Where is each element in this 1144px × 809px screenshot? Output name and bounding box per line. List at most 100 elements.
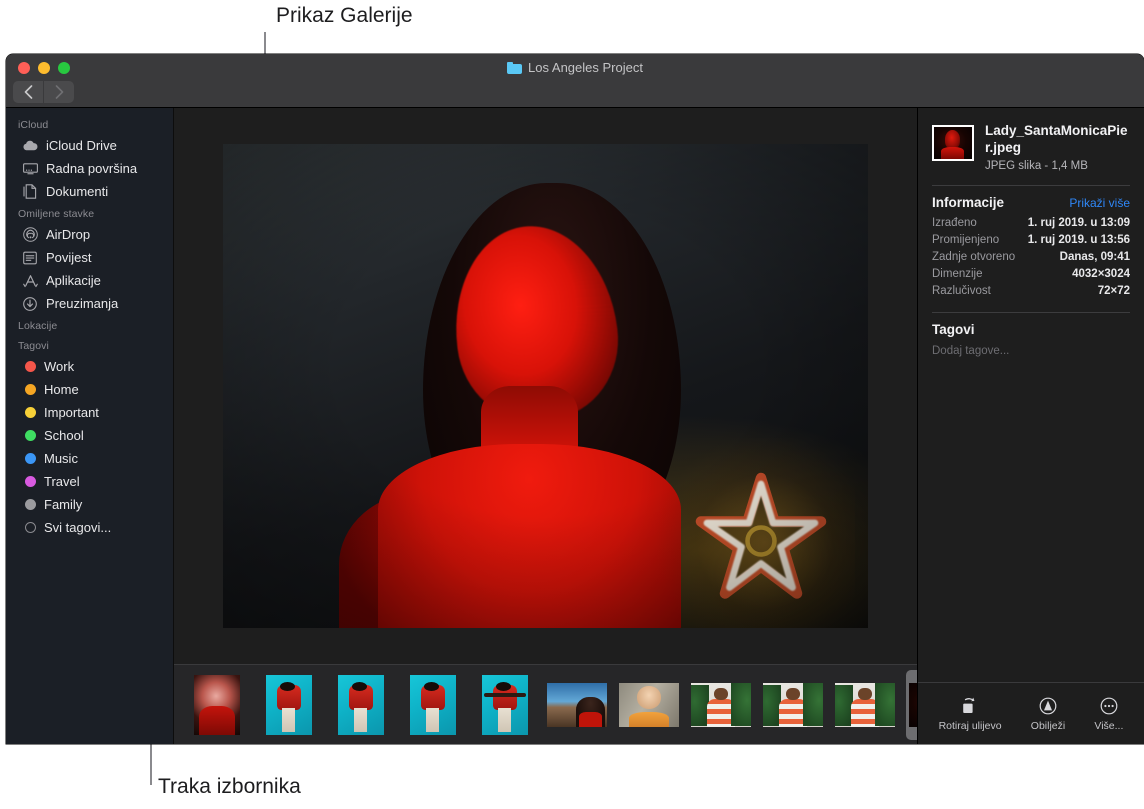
sidebar-item-label: Music [44, 451, 78, 466]
info-key: Izrađeno [932, 217, 977, 229]
sidebar-item-recents[interactable]: Povijest [6, 246, 173, 269]
thumb-man-plants-1[interactable] [690, 670, 752, 740]
info-section-title: Informacije [932, 195, 1004, 210]
info-value: 72×72 [1098, 285, 1130, 297]
info-key: Razlučivost [932, 285, 991, 297]
thumb-bokeh-portrait[interactable] [186, 670, 248, 740]
sidebar-item-label: Home [44, 382, 79, 397]
tag-dot-icon [25, 361, 36, 372]
sidebar-tag-important[interactable]: Important [6, 401, 173, 424]
sidebar-tag-travel[interactable]: Travel [6, 470, 173, 493]
table-row: Promijenjeno 1. ruj 2019. u 13:56 [918, 231, 1144, 248]
sidebar-tag-work[interactable]: Work [6, 355, 173, 378]
thumb-red-light-portrait[interactable] [906, 670, 917, 740]
sidebar-tag-family[interactable]: Family [6, 493, 173, 516]
thumb-pool-2[interactable] [330, 670, 392, 740]
screenshot-root: Prikaz Galerije Traka izbornika [0, 0, 1144, 809]
finder-window: Los Angeles Project ▾ [6, 54, 1144, 744]
sidebar-item-label: Radna površina [46, 161, 137, 176]
tag-dot-icon [25, 407, 36, 418]
sidebar-item-documents[interactable]: Dokumenti [6, 180, 173, 203]
rotate-left-action[interactable]: Rotiraj ulijevo [939, 695, 1002, 732]
info-filename: Lady_SantaMonicaPier.jpeg [985, 122, 1132, 156]
sidebar-item-label: Family [44, 497, 82, 512]
window-title: Los Angeles Project [528, 60, 643, 75]
thumb-pool-4[interactable] [474, 670, 536, 740]
sidebar-header-icloud: iCloud [6, 114, 173, 134]
markup-label: Obilježi [1031, 720, 1065, 732]
sidebar-tag-music[interactable]: Music [6, 447, 173, 470]
more-action[interactable]: Više... [1094, 695, 1123, 732]
table-row: Zadnje otvoreno Danas, 09:41 [918, 248, 1144, 265]
desktop-icon [22, 161, 38, 177]
sidebar-item-label: iCloud Drive [46, 138, 117, 153]
tag-dot-icon [25, 499, 36, 510]
tags-section-title: Tagovi [932, 322, 975, 337]
sidebar-header-tags: Tagovi [6, 335, 173, 355]
info-file-thumbnail [932, 125, 974, 161]
sidebar[interactable]: iCloud iCloud Drive Radna površina Dokum… [6, 108, 173, 744]
back-button[interactable] [13, 81, 43, 103]
thumb-pool-1[interactable] [258, 670, 320, 740]
info-value: 1. ruj 2019. u 13:09 [1028, 217, 1130, 229]
sidebar-tag-home[interactable]: Home [6, 378, 173, 401]
info-file-header: Lady_SantaMonicaPier.jpeg JPEG slika - 1… [918, 108, 1144, 172]
table-row: Izrađeno 1. ruj 2019. u 13:09 [918, 214, 1144, 231]
sidebar-item-label: Important [44, 405, 99, 420]
applications-icon [22, 273, 38, 289]
preview-container [174, 108, 917, 664]
filmstrip[interactable] [174, 664, 917, 744]
tag-dot-icon [25, 453, 36, 464]
show-more-link[interactable]: Prikaži više [1069, 196, 1130, 210]
sidebar-item-icloud-drive[interactable]: iCloud Drive [6, 134, 173, 157]
rotate-left-icon [960, 695, 980, 715]
tag-dot-icon [25, 430, 36, 441]
documents-icon [22, 184, 38, 200]
thumb-man-plants-3[interactable] [834, 670, 896, 740]
thumb-woman-orange[interactable] [618, 670, 680, 740]
sidebar-item-desktop[interactable]: Radna površina [6, 157, 173, 180]
thumb-man-plants-2[interactable] [762, 670, 824, 740]
sidebar-item-label: Svi tagovi... [44, 520, 111, 535]
sidebar-item-downloads[interactable]: Preuzimanja [6, 292, 173, 315]
tag-dot-icon [25, 476, 36, 487]
sidebar-item-label: Aplikacije [46, 273, 101, 288]
tags-section-header: Tagovi [918, 313, 1144, 341]
sidebar-item-airdrop[interactable]: AirDrop [6, 223, 173, 246]
table-row: Dimenzije 4032×3024 [918, 265, 1144, 282]
thumb-pool-3[interactable] [402, 670, 464, 740]
forward-button[interactable] [44, 81, 74, 103]
sidebar-item-label: Travel [44, 474, 80, 489]
add-tags-field[interactable]: Dodaj tagove... [918, 341, 1144, 357]
sidebar-tag-all-tags[interactable]: Svi tagovi... [6, 516, 173, 539]
quick-actions-bar: Rotiraj ulijevo Obilježi Više... [918, 682, 1144, 744]
window-title-bar: Los Angeles Project [6, 60, 1144, 75]
thumb-desert-portrait[interactable] [546, 670, 608, 740]
airdrop-icon [22, 227, 38, 243]
info-key: Zadnje otvoreno [932, 251, 1015, 263]
sidebar-item-applications[interactable]: Aplikacije [6, 269, 173, 292]
markup-icon [1038, 695, 1058, 715]
sidebar-header-favourites: Omiljene stavke [6, 203, 173, 223]
sidebar-item-label: Preuzimanja [46, 296, 118, 311]
info-value: Danas, 09:41 [1060, 251, 1130, 263]
table-row: Razlučivost 72×72 [918, 282, 1144, 299]
info-key: Promijenjeno [932, 234, 999, 246]
tag-dot-icon [25, 522, 36, 533]
info-filetype: JPEG slika - 1,4 MB [985, 160, 1132, 172]
sidebar-item-label: School [44, 428, 84, 443]
markup-action[interactable]: Obilježi [1031, 695, 1065, 732]
folder-icon [507, 62, 522, 74]
sidebar-item-label: Dokumenti [46, 184, 108, 199]
sidebar-tag-school[interactable]: School [6, 424, 173, 447]
info-value: 4032×3024 [1072, 268, 1130, 280]
gallery-content-area [173, 108, 917, 744]
selected-photo-preview[interactable] [223, 144, 868, 628]
annotation-menu-bar: Traka izbornika [158, 775, 301, 799]
tag-dot-icon [25, 384, 36, 395]
info-section-header: Informacije Prikaži više [918, 186, 1144, 214]
more-label: Više... [1094, 720, 1123, 732]
photo-vignette [223, 144, 868, 628]
info-key: Dimenzije [932, 268, 983, 280]
annotation-gallery-view: Prikaz Galerije [276, 4, 413, 28]
